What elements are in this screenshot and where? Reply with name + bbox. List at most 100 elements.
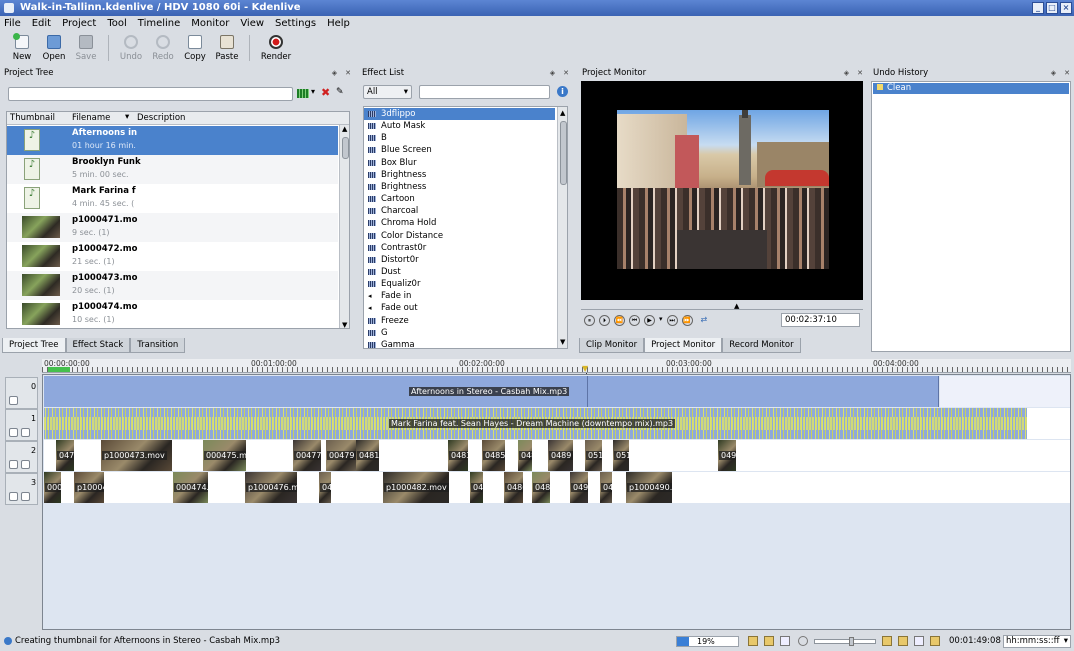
video-clip[interactable]: 047 xyxy=(319,472,331,503)
effect-item[interactable]: Auto Mask xyxy=(364,120,555,132)
video-clip[interactable]: p1000490.mov xyxy=(626,472,672,503)
project-item[interactable]: p1000474.mo 10 sec. (1) xyxy=(7,300,338,328)
info-icon[interactable]: i xyxy=(557,86,568,97)
effect-item[interactable]: Cartoon xyxy=(364,193,555,205)
tab-effect-stack[interactable]: Effect Stack xyxy=(65,338,131,353)
edit-mode-insert-icon[interactable] xyxy=(914,636,924,646)
close-icon[interactable]: ✕ xyxy=(1064,69,1070,77)
monitor-screen[interactable] xyxy=(581,81,863,300)
save-button[interactable]: Save xyxy=(70,31,102,64)
track-header-1[interactable]: 1 xyxy=(5,409,38,441)
hide-video-icon[interactable] xyxy=(21,460,30,469)
effect-item[interactable]: ◂ Fade out xyxy=(364,302,555,314)
effect-item[interactable]: 3dflippo xyxy=(364,108,555,120)
zoom-out-icon[interactable] xyxy=(798,636,808,646)
playhead-icon[interactable]: ▼ xyxy=(582,364,588,372)
menu-monitor[interactable]: Monitor xyxy=(191,18,229,29)
play-icon[interactable]: ▶ xyxy=(644,315,655,326)
effect-item[interactable]: Contrast0r xyxy=(364,242,555,254)
video-clip[interactable]: 051 xyxy=(613,440,629,471)
edit-clip-icon[interactable]: ✎ xyxy=(336,87,344,97)
menu-edit[interactable]: Edit xyxy=(32,18,51,29)
edit-mode-overwrite-icon[interactable] xyxy=(898,636,908,646)
hide-video-icon[interactable] xyxy=(21,492,30,501)
video-clip[interactable]: 0486 xyxy=(504,472,523,503)
video-clip[interactable]: 00479 xyxy=(326,440,356,471)
effect-item[interactable]: Distort0r xyxy=(364,254,555,266)
video-clip[interactable]: 000474.m xyxy=(173,472,208,503)
effect-item[interactable]: Brightness xyxy=(364,181,555,193)
menu-view[interactable]: View xyxy=(240,18,264,29)
close-icon[interactable]: ✕ xyxy=(345,69,351,77)
tab-record-monitor[interactable]: Record Monitor xyxy=(722,338,801,353)
video-clip[interactable]: 0488 xyxy=(532,472,550,503)
mute-audio-icon[interactable] xyxy=(9,460,18,469)
track-header-3[interactable]: 3 xyxy=(5,473,38,505)
effect-item[interactable]: B xyxy=(364,132,555,144)
redo-button[interactable]: Redo xyxy=(147,31,179,64)
project-item[interactable]: ♪ Mark Farina f 4 min. 45 sec. ( xyxy=(7,184,338,213)
video-clip[interactable]: 049 xyxy=(570,472,588,503)
mute-audio-icon[interactable] xyxy=(9,396,18,405)
effect-item[interactable]: Chroma Hold xyxy=(364,217,555,229)
effect-item[interactable]: Brightness xyxy=(364,169,555,181)
add-clip-icon[interactable] xyxy=(297,89,309,98)
video-clip[interactable]: 0483 xyxy=(448,440,468,471)
track-header-0[interactable]: 0 xyxy=(5,377,38,409)
scroll-down-icon[interactable]: ▼ xyxy=(342,321,347,328)
scroll-up-icon[interactable]: ▲ xyxy=(560,109,565,117)
effect-item[interactable]: Blue Screen xyxy=(364,144,555,156)
effect-item[interactable]: Freeze xyxy=(364,315,555,327)
tab-clip-monitor[interactable]: Clip Monitor xyxy=(579,338,645,353)
ripple-icon[interactable] xyxy=(930,636,940,646)
video-clip[interactable]: 0484 xyxy=(470,472,483,503)
video-clip[interactable]: 0485 xyxy=(482,440,505,471)
column-filename[interactable]: Filename xyxy=(72,113,110,123)
video-clip[interactable]: p1000472.m xyxy=(74,472,104,503)
forward-icon[interactable]: ⏩ xyxy=(681,315,693,326)
video-clip[interactable]: p1000476.mov xyxy=(245,472,297,503)
float-icon[interactable]: ◈ xyxy=(550,69,555,77)
track-header-2[interactable]: 2 xyxy=(5,441,38,473)
float-icon[interactable]: ◈ xyxy=(1051,69,1056,77)
scrollbar-thumb[interactable] xyxy=(342,137,349,159)
effect-item[interactable]: Dust xyxy=(364,266,555,278)
video-clip[interactable]: 051 xyxy=(585,440,602,471)
seek-start-icon[interactable]: ⏸ xyxy=(584,315,595,326)
effect-item[interactable]: G xyxy=(364,327,555,339)
project-item[interactable]: p1000472.mo 21 sec. (1) xyxy=(7,242,338,271)
snap-icon[interactable] xyxy=(764,636,774,646)
video-clip[interactable]: p1000482.mov xyxy=(383,472,449,503)
minimize-icon[interactable]: _ xyxy=(1032,2,1044,14)
effect-item[interactable]: ◂ Fade in xyxy=(364,290,555,302)
maximize-icon[interactable]: □ xyxy=(1046,2,1058,14)
zoom-slider[interactable] xyxy=(814,637,876,646)
monitor-ruler[interactable]: ▲ xyxy=(581,302,863,310)
zoom-slider-handle[interactable] xyxy=(849,637,854,646)
tab-project-monitor[interactable]: Project Monitor xyxy=(644,338,723,353)
delete-clip-icon[interactable]: ✖ xyxy=(321,86,330,99)
next-frame-icon[interactable]: ⏭ xyxy=(666,315,678,326)
undo-button[interactable]: Undo xyxy=(115,31,147,64)
float-icon[interactable]: ◈ xyxy=(332,69,337,77)
menu-file[interactable]: File xyxy=(4,18,21,29)
rewind-icon[interactable]: ⏪ xyxy=(614,315,625,326)
video-clip[interactable]: p1000473.mov xyxy=(101,440,172,471)
video-clip[interactable]: 049 xyxy=(600,472,612,503)
project-item[interactable]: p1000473.mo 20 sec. (1) xyxy=(7,271,338,300)
audio-clip-track0[interactable]: Afternoons in Stereo - Casbah Mix.mp3 xyxy=(44,376,939,407)
column-description[interactable]: Description xyxy=(137,113,185,123)
effect-search-input[interactable] xyxy=(419,85,550,99)
timeline-ruler[interactable]: 00:00:00:00 00:01:00:00 00:02:00:00 00:0… xyxy=(42,359,1071,373)
undo-item-clean[interactable]: Clean xyxy=(873,83,1069,94)
scroll-up-icon[interactable]: ▲ xyxy=(342,125,347,133)
lock-icon[interactable] xyxy=(21,428,30,437)
effect-item[interactable]: Gamma xyxy=(364,339,555,348)
project-tree-scrollbar[interactable]: ▲ ▼ xyxy=(339,125,349,328)
copy-button[interactable]: Copy xyxy=(179,31,211,64)
zoom-fit-icon[interactable] xyxy=(748,636,758,646)
scroll-down-icon[interactable]: ▼ xyxy=(560,338,565,346)
timecode-format-select[interactable]: hh:mm:ss::ff ▾ xyxy=(1003,635,1071,648)
render-button[interactable]: Render xyxy=(256,31,296,64)
menu-timeline[interactable]: Timeline xyxy=(138,18,181,29)
